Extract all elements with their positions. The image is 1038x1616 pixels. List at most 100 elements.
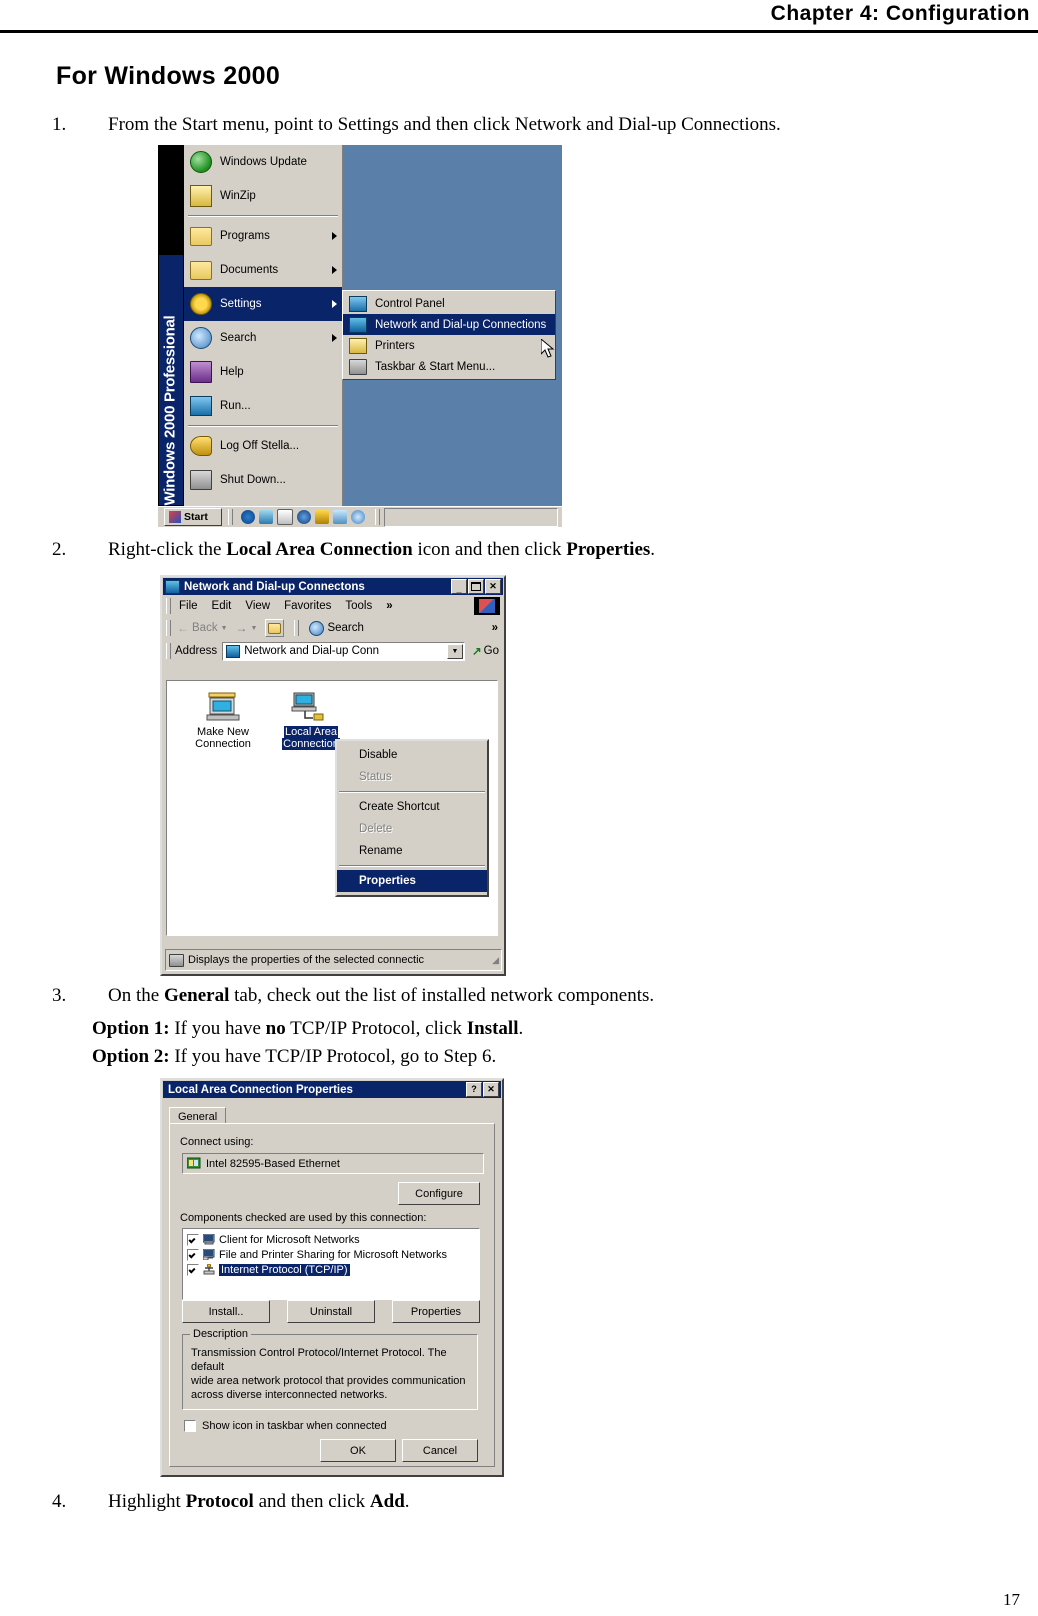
search-icon <box>309 620 325 636</box>
toolbar-overflow-button[interactable]: » <box>492 622 498 634</box>
header-divider <box>0 30 1038 33</box>
menu-favorites[interactable]: Favorites <box>284 600 331 612</box>
context-item-label: Delete <box>359 823 393 835</box>
sharing-icon <box>203 1249 215 1260</box>
menu-edit[interactable]: Edit <box>212 600 232 612</box>
maximize-button[interactable] <box>468 579 484 594</box>
description-line-2: wide area network protocol that provides… <box>191 1375 466 1387</box>
start-item-shut-down[interactable]: Shut Down... <box>184 463 342 497</box>
component-label: Client for Microsoft Networks <box>219 1233 360 1246</box>
search-icon <box>190 327 212 349</box>
show-desktop-icon[interactable] <box>259 510 273 524</box>
start-item-help[interactable]: Help <box>184 355 342 389</box>
step-4-bold-add: Add <box>369 1491 405 1512</box>
component-checkbox[interactable] <box>187 1233 199 1246</box>
uninstall-button[interactable]: Uninstall <box>287 1300 375 1323</box>
submenu-item-printers[interactable]: Printers <box>343 335 555 356</box>
context-item-disable[interactable]: Disable <box>337 744 487 766</box>
show-icon-label: Show icon in taskbar when connected <box>202 1420 387 1432</box>
close-button[interactable]: ✕ <box>485 579 501 594</box>
minimize-button[interactable]: _ <box>451 579 467 594</box>
media-icon[interactable] <box>297 510 311 524</box>
start-item-label: Search <box>220 332 257 344</box>
start-item-documents[interactable]: Documents <box>184 253 342 287</box>
component-row-file-printer-sharing[interactable]: File and Printer Sharing for Microsoft N… <box>183 1247 479 1262</box>
start-item-winzip[interactable]: WinZip <box>184 179 342 213</box>
context-item-properties[interactable]: Properties <box>337 870 487 892</box>
status-monitor-icon <box>169 953 184 967</box>
help-book-icon <box>190 361 212 383</box>
back-button[interactable]: ← Back ▼ <box>177 621 228 635</box>
protocol-icon <box>203 1264 215 1275</box>
up-one-level-button[interactable] <box>265 619 285 637</box>
option-1-label: Option 1: <box>92 1018 170 1039</box>
go-button[interactable]: ↗ Go <box>472 644 499 658</box>
taskbar-tray <box>384 507 558 527</box>
step-1: 1. From the Start menu, point to Setting… <box>52 113 952 137</box>
tweak-icon[interactable] <box>315 510 329 524</box>
search-icon[interactable] <box>351 510 365 524</box>
tab-page-general: Connect using: Intel 82595-Based Etherne… <box>169 1123 495 1467</box>
properties-button[interactable]: Properties <box>392 1300 480 1323</box>
menu-view[interactable]: View <box>245 600 270 612</box>
submenu-item-network-connections[interactable]: Network and Dial-up Connections <box>343 314 555 335</box>
component-row-client[interactable]: Client for Microsoft Networks <box>183 1232 479 1247</box>
internet-explorer-icon[interactable] <box>241 510 255 524</box>
submenu-item-label: Printers <box>375 339 415 352</box>
mail-icon[interactable] <box>333 510 347 524</box>
run-icon <box>190 396 212 416</box>
start-menu-separator <box>188 425 338 427</box>
start-item-programs[interactable]: Programs <box>184 219 342 253</box>
chevron-right-icon <box>332 266 337 274</box>
ok-button[interactable]: OK <box>320 1439 396 1462</box>
start-item-windows-update[interactable]: Windows Update <box>184 145 342 179</box>
menu-overflow-button[interactable]: » <box>386 600 392 612</box>
start-menu-brand-text: Windows 2000 Professional <box>161 315 179 506</box>
outlook-express-icon[interactable] <box>277 509 293 525</box>
component-checkbox[interactable] <box>187 1248 199 1261</box>
components-listbox[interactable]: Client for Microsoft Networks File and P… <box>182 1228 480 1300</box>
install-button[interactable]: Install.. <box>182 1300 270 1323</box>
menu-tools[interactable]: Tools <box>345 600 372 612</box>
chevron-down-icon[interactable]: ▼ <box>447 643 464 659</box>
start-item-settings[interactable]: Settings <box>184 287 342 321</box>
component-checkbox[interactable] <box>187 1263 199 1276</box>
connections-list-canvas: Make New Connection Local Area Connectio… <box>166 680 498 936</box>
start-item-search[interactable]: Search <box>184 321 342 355</box>
configure-button[interactable]: Configure <box>398 1182 480 1205</box>
context-item-label: Properties <box>359 875 416 887</box>
forward-button[interactable]: → ▼ <box>236 621 258 635</box>
step-4-middle: and then click <box>253 1491 370 1512</box>
context-item-create-shortcut[interactable]: Create Shortcut <box>337 796 487 818</box>
configure-label: Configure <box>415 1187 463 1200</box>
cancel-button[interactable]: Cancel <box>402 1439 478 1462</box>
search-button[interactable]: Search <box>309 620 364 636</box>
context-item-rename[interactable]: Rename <box>337 840 487 862</box>
show-icon-checkbox-row[interactable]: Show icon in taskbar when connected <box>184 1420 387 1432</box>
close-button[interactable]: ✕ <box>483 1082 499 1097</box>
step-3-suffix: tab, check out the list of installed net… <box>229 985 655 1006</box>
start-item-log-off[interactable]: Log Off Stella... <box>184 429 342 463</box>
submenu-item-control-panel[interactable]: Control Panel <box>343 293 555 314</box>
menu-file[interactable]: File <box>179 600 198 612</box>
taskbar: Start <box>158 506 562 527</box>
submenu-item-taskbar-start-menu[interactable]: Taskbar & Start Menu... <box>343 356 555 377</box>
start-item-run[interactable]: Run... <box>184 389 342 423</box>
address-input[interactable]: Network and Dial-up Conn ▼ <box>222 641 466 661</box>
settings-submenu: Control Panel Network and Dial-up Connec… <box>342 290 556 380</box>
start-item-label: Windows Update <box>220 156 307 168</box>
chapter-header: Chapter 4: Configuration <box>770 2 1030 25</box>
window-title: Network and Dial-up Connectons <box>184 580 365 593</box>
resize-grip[interactable]: ◢ <box>492 955 499 966</box>
step-3-bold-general: General <box>163 985 230 1006</box>
menu-bar: File Edit View Favorites Tools » <box>162 596 504 616</box>
adapter-field[interactable]: Intel 82595-Based Ethernet <box>182 1153 484 1174</box>
help-button[interactable]: ? <box>466 1082 482 1097</box>
component-row-tcpip[interactable]: Internet Protocol (TCP/IP) <box>183 1262 479 1277</box>
globe-icon <box>190 151 212 173</box>
start-button[interactable]: Start <box>164 508 222 526</box>
cancel-label: Cancel <box>422 1444 458 1457</box>
show-icon-checkbox[interactable] <box>184 1420 196 1432</box>
connection-item-make-new[interactable]: Make New Connection <box>175 691 271 750</box>
programs-folder-icon <box>190 226 212 246</box>
